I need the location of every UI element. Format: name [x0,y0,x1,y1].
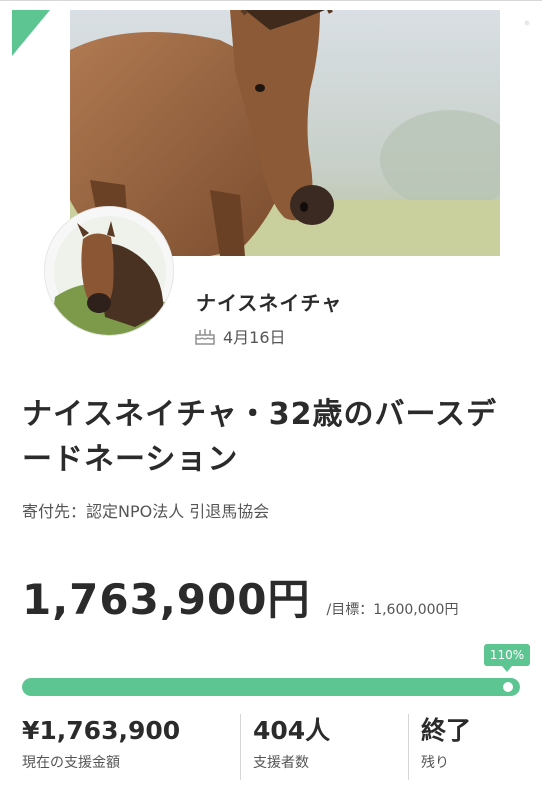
birthday: 4月16日 [194,324,286,348]
progress-bar [22,678,520,696]
stat-value: ¥1,763,900 [22,716,181,745]
menu-dots-icon[interactable] [524,20,530,64]
avatar [44,206,174,336]
progress-fill [22,678,520,696]
stat-total-amount: ¥1,763,900 現在の支援金額 [22,714,240,780]
stat-value: 終了 [421,716,472,745]
recipient-label[interactable]: 寄付先：認定NPO法人 引退馬協会 [22,498,269,522]
stat-remaining: 終了 残り [408,714,522,780]
stats-row: ¥1,763,900 現在の支援金額 404人 支援者数 終了 残り [22,714,522,780]
funding-amount-row: 1,763,900円 /目標：1,600,000円 [22,566,458,627]
corner-ribbon-icon [12,10,50,56]
percent-badge: 110% [484,644,530,672]
stat-label: 残り [421,755,449,771]
stat-label: 現在の支援金額 [22,755,120,771]
funding-goal: /目標：1,600,000円 [326,602,459,618]
cake-icon [195,329,215,345]
funding-amount: 1,763,900円 [22,575,311,624]
project-title: ナイスネイチャ・32歳のバースデードネーション [22,397,498,477]
owner-name: ナイスネイチャ [196,291,343,315]
top-divider [0,0,542,1]
stat-supporters: 404人 支援者数 [240,714,408,780]
birthday-date: 4月16日 [223,328,286,347]
stat-label: 支援者数 [253,755,309,771]
progress-indicator-dot [503,682,513,692]
stat-value: 404人 [253,716,331,745]
